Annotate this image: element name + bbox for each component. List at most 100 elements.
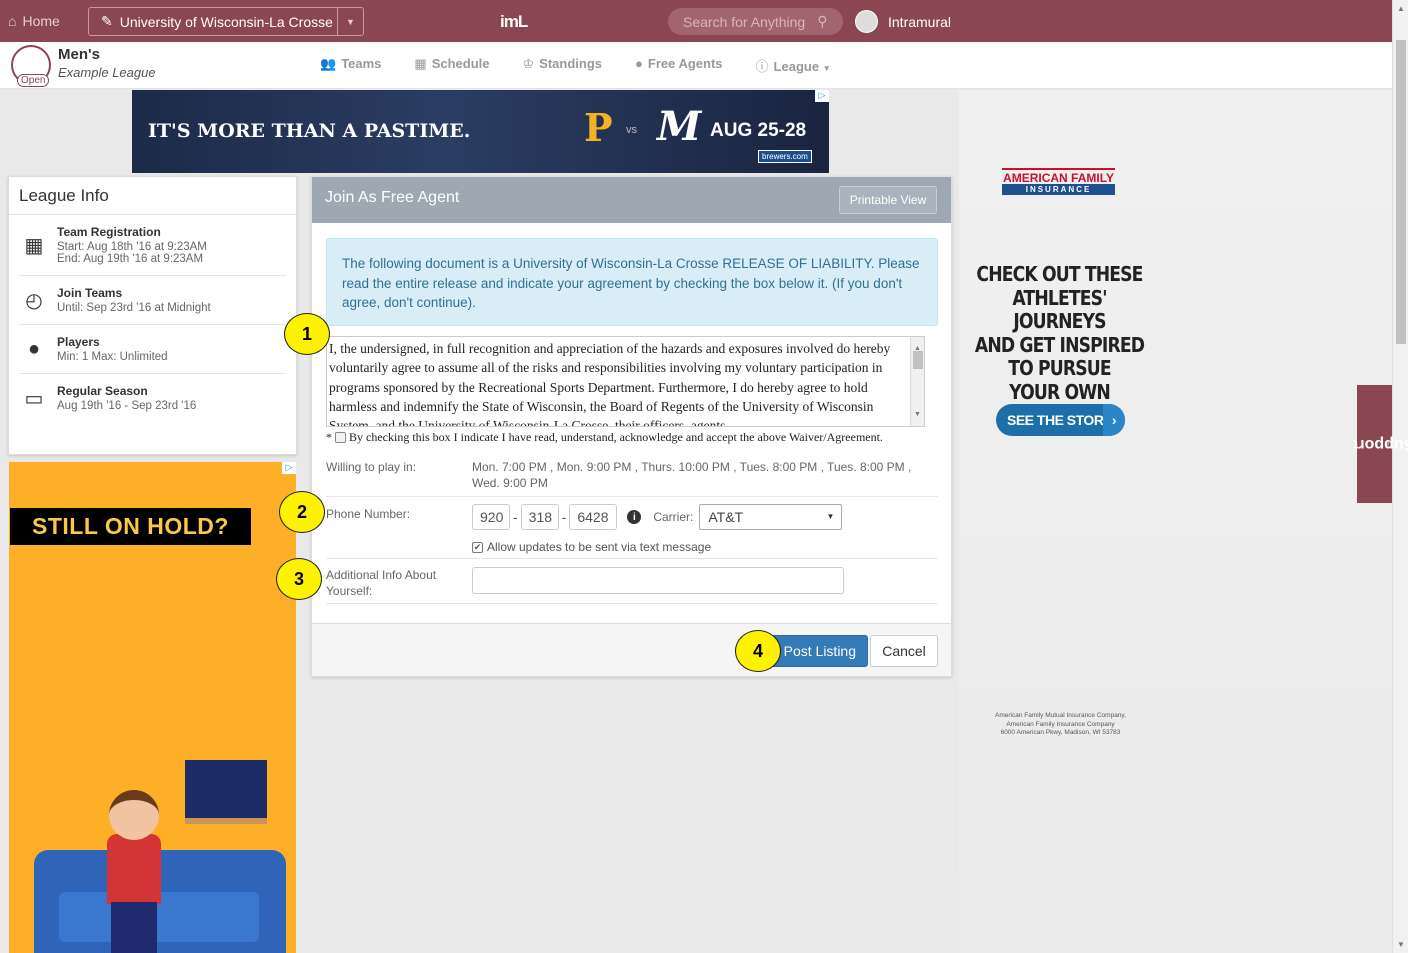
users-icon: 👥 [320,56,337,71]
scrollbar-thumb[interactable] [1396,40,1406,344]
search-input[interactable]: Search for Anything ⚲ [668,8,843,35]
additional-label: Additional Info About Yourself: [326,568,437,598]
ad-tagline: IT'S MORE THAN A PASTIME. [148,120,471,142]
agree-label: By checking this box I indicate I have r… [349,430,883,444]
cancel-button[interactable]: Cancel [870,635,938,667]
willing-row: Willing to play in: Mon. 7:00 PM , Mon. … [326,459,938,497]
scroll-down-icon[interactable]: ▼ [914,405,921,424]
willing-value: Mon. 7:00 PM , Mon. 9:00 PM , Thurs. 10:… [472,460,912,490]
user-icon: ● [635,56,643,71]
imleagues-logo[interactable]: imL [500,12,528,32]
tab-league[interactable]: ⓘ League ▼ [756,56,831,75]
phone-row: Phone Number: 920 - 318 - 6428 i Carrier… [326,504,938,559]
scrollbar-thumb[interactable] [913,351,923,369]
support-tab[interactable]: ◌ Support [1353,385,1408,503]
additional-info-input[interactable] [472,567,844,594]
brewers-logo: M [657,103,702,150]
ad-headline: CHECK OUT THESE ATHLETES' JOURNEYS AND G… [974,262,1145,426]
phone-line-input[interactable]: 6428 [569,504,618,530]
ad-person-legs [111,902,157,953]
info-row-regular-season: ▭ Regular Season Aug 19th '16 - Sep 23rd … [24,384,197,412]
pirates-logo: P [584,105,613,150]
chevron-down-icon: ▼ [822,64,831,73]
carrier-label: Carrier: [653,510,694,524]
league-name[interactable]: Men's [58,46,100,63]
league-avatar: Open [11,45,51,87]
trophy-icon: ♔ [522,56,535,71]
adchoices-icon[interactable]: ▷ [282,462,296,474]
school-logo-icon: ✎ [101,13,113,29]
vs-label: vs [626,124,637,136]
sms-label: Allow updates to be sent via text messag… [487,540,712,554]
sms-checkbox[interactable]: ✔ [472,541,483,553]
panel-title: League Info [9,177,296,215]
see-stories-button[interactable]: SEE THE STORIES › [996,404,1125,436]
person-icon: ● [27,337,41,360]
chevron-down-icon[interactable]: ▼ [337,8,363,35]
waiver-scrollbar[interactable]: ▲ ▼ [910,337,924,426]
left-side-ad[interactable]: ▷ STILL ON HOLD? [9,462,296,953]
top-navbar: ⌂ Home ✎ University of Wisconsin-La Cross… [0,0,1392,42]
annotation-marker-1: 1 [284,313,330,355]
sms-option: ✔ Allow updates to be sent via text mess… [472,540,711,554]
annotation-marker-2: 2 [279,491,325,533]
info-row-players: ● Players Min: 1 Max: Unlimited [19,325,286,374]
phone-group: 920 - 318 - 6428 i Carrier: AT&T [472,504,843,530]
ad-person-head [109,790,159,840]
status-badge: Open [17,74,50,87]
free-agent-form: Join As Free Agent Printable View The fo… [311,176,952,677]
liability-alert: The following document is a University o… [326,238,938,326]
tab-teams[interactable]: 👥 Teams [320,56,381,75]
phone-prefix-input[interactable]: 318 [520,504,559,530]
school-name: University of Wisconsin-La Crosse [119,13,333,30]
home-link[interactable]: ⌂ Home [8,13,60,29]
form-title: Join As Free Agent [325,189,460,206]
clock-icon: ◴ [25,289,43,312]
annotation-marker-3: 3 [276,558,322,600]
phone-label: Phone Number: [326,507,411,521]
top-banner-ad[interactable]: IT'S MORE THAN A PASTIME. P vs M AUG 25-… [132,90,829,173]
annotation-marker-4: 4 [735,630,781,672]
school-selector[interactable]: ✎ University of Wisconsin-La Crosse ▼ [88,7,364,36]
additional-row: Additional Info About Yourself: [326,567,938,604]
carrier-select[interactable]: AT&T [699,504,843,530]
calendar-icon: ▭ [24,387,44,410]
page-scrollbar[interactable]: ▲ ▼ [1392,0,1408,953]
tab-free-agents[interactable]: ● Free Agents [635,56,723,75]
league-subtitle: Example League [58,65,156,80]
waiver-agree: * By checking this box I indicate I have… [326,430,883,445]
info-row-registration: ▦ Team Registration Start: Aug 18th '16 a… [19,215,286,276]
required-mark: * [326,430,332,444]
printable-view-button[interactable]: Printable View [839,186,937,214]
calendar-icon: ▦ [414,56,427,71]
ad-window-graphic [185,760,267,824]
scroll-down-icon[interactable]: ▼ [1397,940,1405,949]
tab-standings[interactable]: ♔ Standings [523,56,603,75]
adchoices-icon[interactable]: ▷ [815,90,829,102]
home-icon: ⌂ [8,13,17,29]
scroll-up-icon[interactable]: ▲ [1397,4,1405,13]
league-nav: 👥 Teams ▦ Schedule ♔ Standings ● Free Agents… [320,56,831,75]
info-icon[interactable]: i [627,510,642,524]
search-icon: ⚲ [817,13,828,29]
info-icon: ⓘ [755,59,769,74]
league-header: Open Men's Example League 👥 Teams ▦ Schedu… [0,42,1392,89]
form-footer: Post Listing Cancel [312,623,951,676]
org-menu[interactable]: Intramural [855,10,951,33]
agree-checkbox[interactable] [335,432,346,443]
ad-headline: STILL ON HOLD? [10,508,251,545]
ad-url: brewers.com [758,150,812,163]
waiver-textarea[interactable]: I, the undersigned, in full recognition … [326,336,925,427]
info-row-join-teams: ◴ Join Teams Until: Sep 23rd '16 at Midni… [19,276,286,325]
ad-person-body [107,834,161,904]
league-info-panel: League Info ▦ Team Registration Start: Au… [8,176,297,455]
org-avatar [855,10,878,33]
post-listing-button[interactable]: Post Listing [767,635,868,667]
amfam-logo: AMERICAN FAMILY INSURANCE [1002,168,1115,195]
ad-dates: AUG 25-28 [710,120,807,141]
tab-schedule[interactable]: ▦ Schedule [414,56,489,75]
form-header: Join As Free Agent Printable View [312,177,951,223]
phone-area-input[interactable]: 920 [472,504,510,530]
ad-fine-print: American Family Mutual Insurance Company… [994,712,1126,736]
right-side-ad[interactable]: AMERICAN FAMILY INSURANCE CHECK OUT THESE… [959,90,1392,953]
